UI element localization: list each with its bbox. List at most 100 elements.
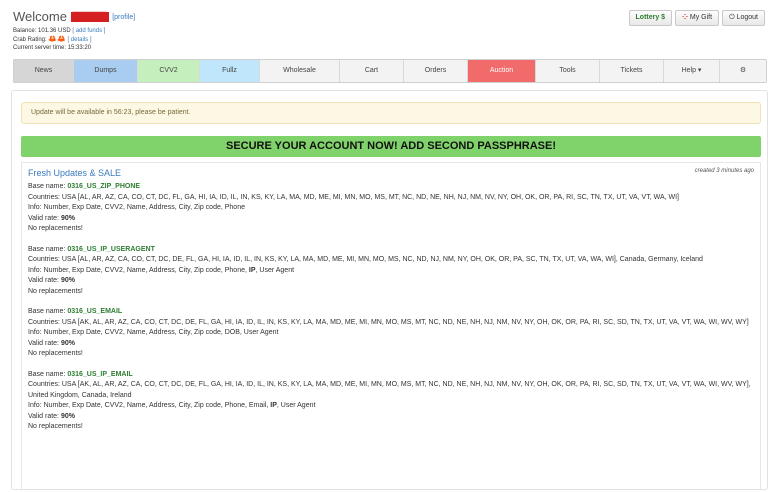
nav-dumps[interactable]: Dumps [74, 60, 138, 82]
crab-rating-label: Crab Rating: [13, 36, 47, 43]
valid-rate-row: Valid rate: 90% [28, 339, 756, 350]
countries-label: Countries: [28, 193, 60, 201]
info-row: Info: Number, Exp Date, CVV2, Name, Addr… [28, 203, 756, 214]
server-time-value: 15:33:20 [67, 45, 92, 51]
nav-help[interactable]: Help ▾ [664, 60, 720, 82]
nav-news[interactable]: News [14, 60, 74, 82]
balance-value: 101.36 USD [38, 28, 71, 34]
update-notice: Update will be available in 56:23, pleas… [21, 102, 761, 124]
valid-rate-value: 90% [60, 214, 75, 222]
update-entry: Base name: 0316_US_EMAIL Countries: USA … [28, 307, 756, 360]
info-label: Info: [28, 204, 42, 211]
base-name-row: Base name: 0316_US_EMAIL [28, 307, 756, 318]
welcome-line: Welcome ██████ [profile] [13, 9, 135, 24]
valid-rate-label: Valid rate: [28, 277, 59, 284]
countries-value: USA [AK, AL, AR, AZ, CA, CO, CT, DC, DE,… [28, 381, 751, 399]
valid-rate-row: Valid rate: 90% [28, 276, 756, 287]
valid-rate-row: Valid rate: 90% [28, 412, 756, 423]
base-name[interactable]: 0316_US_EMAIL [67, 308, 122, 315]
nav-cvv2[interactable]: CVV2 [138, 60, 200, 82]
base-name-label: Base name: [28, 308, 66, 315]
countries-label: Countries: [28, 381, 60, 388]
base-name-row: Base name: 0316_US_IP_EMAIL [28, 370, 756, 381]
base-name-row: Base name: 0316_US_IP_USERAGENT [28, 245, 756, 256]
logout-icon: ⏻ [729, 14, 735, 21]
replacements-text: No replacements! [28, 225, 83, 232]
info-tail: , User Agent [276, 402, 316, 409]
base-name[interactable]: 0316_US_IP_USERAGENT [67, 246, 155, 253]
nav-fullz[interactable]: Fullz [200, 60, 260, 82]
lottery-button[interactable]: Lottery $ [628, 10, 673, 26]
countries-value: USA [AK, AL, AR, AZ, CA, CO, CT, DC, DE,… [61, 318, 749, 326]
valid-rate-label: Valid rate: [28, 339, 59, 347]
welcome-label: Welcome [13, 9, 67, 24]
fresh-updates-box: Fresh Updates & SALE created 3 minutes a… [21, 162, 761, 489]
gift-button[interactable]: ⁘ My Gift [675, 10, 720, 26]
base-name[interactable]: 0316_US_ZIP_PHONE [67, 183, 140, 190]
profile-link[interactable]: [profile] [112, 14, 135, 21]
settings-gear-icon[interactable]: ⚙ [720, 60, 766, 82]
update-entry: Base name: 0316_US_IP_USERAGENT Countrie… [28, 245, 756, 298]
countries-label: Countries: [28, 318, 60, 326]
nav-tools[interactable]: Tools [536, 60, 600, 82]
countries-label: Countries: [28, 256, 60, 263]
logout-button[interactable]: ⏻ Logout [722, 10, 765, 26]
add-funds-link[interactable]: [ add funds ] [72, 28, 105, 34]
countries-value: USA [AL, AR, AZ, CA, CO, CT, DC, FL, GA,… [61, 193, 679, 201]
top-button-group: Lottery $ ⁘ My Gift ⏻ Logout [628, 10, 765, 26]
countries-row: Countries: USA [AK, AL, AR, AZ, CA, CO, … [28, 380, 756, 401]
secure-account-banner[interactable]: SECURE YOUR ACCOUNT NOW! ADD SECOND PASS… [21, 136, 761, 157]
valid-rate-value: 90% [60, 412, 75, 420]
info-value: Number, Exp Date, CVV2, Name, Address, C… [43, 204, 245, 211]
update-entry: Base name: 0316_US_ZIP_PHONE Countries: … [28, 182, 756, 235]
replacements-text: No replacements! [28, 423, 83, 430]
valid-rate-label: Valid rate: [28, 214, 59, 222]
nav-orders[interactable]: Orders [404, 60, 468, 82]
server-time-row: Current server time: 15:33:20 [13, 44, 105, 53]
countries-row: Countries: USA [AL, AR, AZ, CA, CO, CT, … [28, 255, 756, 266]
replacements-text: No replacements! [28, 287, 83, 295]
valid-rate-row: Valid rate: 90% [28, 214, 756, 225]
info-label: Info: [28, 329, 42, 336]
info-row: Info: Number, Exp Date, CVV2, Name, Addr… [28, 328, 756, 339]
base-name-label: Base name: [28, 245, 66, 253]
info-label: Info: [28, 402, 42, 409]
account-meta: Balance: 101.36 USD [ add funds ] Crab R… [13, 27, 105, 53]
base-name-label: Base name: [28, 370, 66, 378]
nav-tickets[interactable]: Tickets [600, 60, 664, 82]
valid-rate-label: Valid rate: [28, 412, 59, 420]
balance-row: Balance: 101.36 USD [ add funds ] [13, 27, 105, 36]
updates-created-time: created 3 minutes ago [694, 168, 754, 174]
page-header: Welcome ██████ [profile] Balance: 101.36… [13, 9, 765, 59]
countries-row: Countries: USA [AL, AR, AZ, CA, CO, CT, … [28, 193, 756, 204]
gift-icon: ⁘ [682, 14, 688, 21]
base-name[interactable]: 0316_US_IP_EMAIL [67, 371, 132, 378]
info-ip: IP [248, 266, 256, 274]
info-row: Info: Number, Exp Date, CVV2, Name, Addr… [28, 266, 756, 277]
valid-rate-value: 90% [60, 277, 75, 284]
crab-icon: 🦀🦀 [48, 35, 66, 43]
info-value: Number, Exp Date, CVV2, Name, Address, C… [43, 402, 269, 409]
main-nav: News Dumps CVV2 Fullz Wholesale Cart Ord… [13, 59, 767, 83]
info-value: Number, Exp Date, CVV2, Name, Address, C… [43, 266, 247, 274]
updates-title: Fresh Updates & SALE [28, 168, 122, 178]
update-entries: Base name: 0316_US_ZIP_PHONE Countries: … [28, 182, 756, 443]
info-tail: , User Agent [255, 266, 295, 274]
details-link[interactable]: [ details ] [67, 37, 91, 43]
info-row: Info: Number, Exp Date, CVV2, Name, Addr… [28, 401, 756, 412]
base-name-label: Base name: [28, 183, 66, 190]
info-label: Info: [28, 266, 42, 274]
nav-auction[interactable]: Auction [468, 60, 536, 82]
nav-cart[interactable]: Cart [340, 60, 404, 82]
nav-wholesale[interactable]: Wholesale [260, 60, 340, 82]
crab-rating-row: Crab Rating: 🦀🦀 [ details ] [13, 36, 105, 45]
replacements-text: No replacements! [28, 350, 83, 357]
countries-row: Countries: USA [AK, AL, AR, AZ, CA, CO, … [28, 318, 756, 329]
username-redacted: ██████ [70, 12, 109, 22]
content-panel: Update will be available in 56:23, pleas… [11, 90, 768, 490]
valid-rate-value: 90% [60, 339, 75, 347]
server-time-label: Current server time: [13, 45, 67, 51]
base-name-row: Base name: 0316_US_ZIP_PHONE [28, 182, 756, 193]
gift-label: My Gift [689, 14, 713, 21]
logout-label: Logout [736, 14, 758, 21]
